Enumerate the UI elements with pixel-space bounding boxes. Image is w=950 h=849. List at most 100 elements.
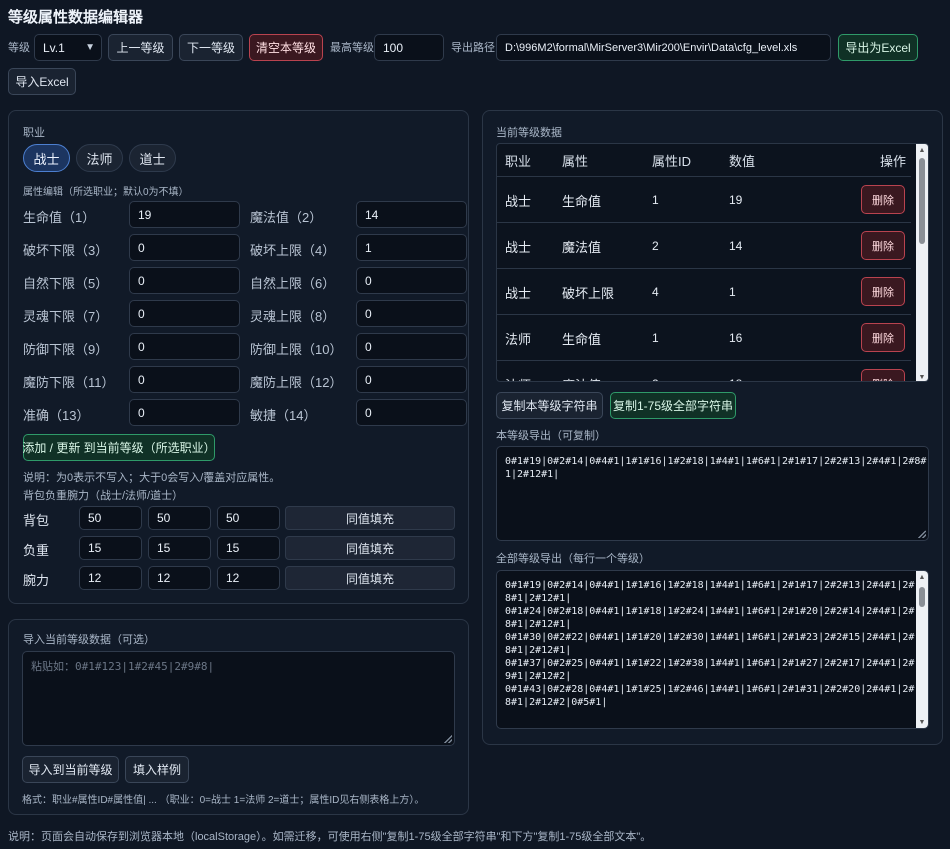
carry-input[interactable]: 15 [148,536,211,560]
import-placeholder: 粘贴如：0#1#123|1#2#45|2#9#8| [31,660,215,673]
cell-job: 法师 [505,331,532,347]
import-panel: 导入当前等级数据（可选） 粘贴如：0#1#123|1#2#45|2#9#8| 导… [8,619,469,815]
carry-input[interactable]: 12 [148,566,211,590]
attr-input[interactable]: 0 [129,366,240,393]
copy-level-string-button[interactable]: 复制本等级字符串 [496,392,603,419]
attr-input[interactable]: 0 [129,234,240,261]
attr-input[interactable]: 0 [356,399,467,426]
same-value-fill-button[interactable]: 同值填充 [285,566,455,590]
delete-button[interactable]: 删除 [861,323,905,352]
col-header-attr: 属性 [562,153,589,169]
cell-value: 16 [729,331,743,345]
export-path-label: 导出路径 [451,42,495,54]
col-header-value: 数值 [729,153,756,169]
scroll-thumb[interactable] [919,587,925,607]
attr-input[interactable]: 0 [129,300,240,327]
carry-input[interactable]: 15 [217,536,280,560]
cell-id: 1 [652,193,659,207]
table-row: 法师 生命值 1 16 删除 [497,314,911,360]
attribute-note: 说明：为0表示不写入；大于0会写入/覆盖对应属性。 [23,472,281,484]
col-header-attr-id: 属性ID [652,153,692,169]
level-select[interactable]: Lv.1 ▼ [34,34,102,61]
table-row: 法师 魔法值 2 18 删除 [497,360,911,382]
all-export-textarea[interactable]: 0#1#19|0#2#14|0#4#1|1#1#16|1#2#18|1#4#1|… [496,570,929,729]
carry-input[interactable]: 12 [79,566,142,590]
delete-button[interactable]: 删除 [861,231,905,260]
attr-label: 灵魂上限（8） [250,309,336,324]
export-scrollbar[interactable]: ▲ ▼ [916,571,928,728]
attr-label: 魔防上限（12） [250,375,343,390]
attr-input[interactable]: 1 [356,234,467,261]
import-excel-button[interactable]: 导入Excel [8,68,76,95]
attr-input[interactable]: 0 [356,300,467,327]
table-scrollbar[interactable]: ▲ ▼ [916,144,928,381]
carry-input[interactable]: 50 [148,506,211,530]
job-tab-warrior[interactable]: 战士 [23,144,70,172]
attr-input[interactable]: 0 [356,366,467,393]
attr-label: 破坏上限（4） [250,243,336,258]
delete-button[interactable]: 删除 [861,277,905,306]
max-level-label: 最高等级 [330,42,374,54]
all-export-text: 0#1#19|0#2#14|0#4#1|1#1#16|1#2#18|1#4#1|… [505,580,915,708]
same-value-fill-button[interactable]: 同值填充 [285,536,455,560]
col-header-action: 操作 [880,153,907,169]
scroll-down-icon[interactable]: ▼ [916,371,928,381]
job-tab-taoist[interactable]: 道士 [129,144,176,172]
app-title: 等级属性数据编辑器 [8,9,144,26]
level-label: 等级 [8,42,30,54]
clear-level-button[interactable]: 清空本等级 [249,34,323,61]
attr-input[interactable]: 0 [129,399,240,426]
table-row: 战士 魔法值 2 14 删除 [497,222,911,268]
carry-input[interactable]: 15 [79,536,142,560]
max-level-input[interactable]: 100 [374,34,444,61]
resize-grip-icon[interactable] [918,530,926,538]
scroll-thumb[interactable] [919,158,925,244]
attr-input[interactable]: 19 [129,201,240,228]
cell-attr: 破坏上限 [562,285,615,301]
chevron-down-icon: ▼ [85,42,95,53]
attr-input[interactable]: 0 [356,267,467,294]
current-level-panel: 当前等级数据 职业 属性 属性ID 数值 操作 战士 生命值 1 19 删除 战士 魔法值 2… [482,110,943,745]
attr-input[interactable]: 14 [356,201,467,228]
attr-label: 生命值（1） [23,210,96,225]
delete-button[interactable]: 删除 [861,185,905,214]
import-textarea[interactable]: 粘贴如：0#1#123|1#2#45|2#9#8| [22,651,455,746]
scroll-down-icon[interactable]: ▼ [916,716,928,728]
attribute-hint: 属性编辑（所选职业；默认0为不填） [23,187,189,198]
import-format-note: 格式：职业#属性ID#属性值| ... （职业：0=战士 1=法师 2=道士；属… [22,795,425,806]
carry-title: 背包负重腕力（战士/法师/道士） [23,490,184,502]
job-label: 职业 [23,127,45,139]
current-level-title: 当前等级数据 [496,127,562,139]
scroll-up-icon[interactable]: ▲ [916,571,928,583]
export-path-input[interactable]: D:\996M2\formal\MirServer3\Mir200\Envir\… [496,34,831,61]
attr-label: 防御下限（9） [23,342,109,357]
prev-level-button[interactable]: 上一等级 [108,34,173,61]
current-level-table: 职业 属性 属性ID 数值 操作 战士 生命值 1 19 删除 战士 魔法值 2 14 删除 战士破… [496,143,929,382]
import-to-level-button[interactable]: 导入到当前等级 [22,756,119,783]
attr-input[interactable]: 0 [356,333,467,360]
col-header-job: 职业 [505,153,532,169]
job-tab-mage[interactable]: 法师 [76,144,123,172]
next-level-button[interactable]: 下一等级 [179,34,243,61]
resize-grip-icon[interactable] [444,735,452,743]
level-export-title: 本等级导出（可复制） [496,430,606,442]
fill-sample-button[interactable]: 填入样例 [125,756,189,783]
scroll-up-icon[interactable]: ▲ [916,144,928,156]
carry-input[interactable]: 50 [217,506,280,530]
attr-label: 魔法值（2） [250,210,323,225]
footer-note: 说明：页面会自动保存到浏览器本地（localStorage）。如需迁移，可使用右… [8,831,652,843]
cell-id: 4 [652,285,659,299]
carry-input[interactable]: 12 [217,566,280,590]
level-export-textarea[interactable]: 0#1#19|0#2#14|0#4#1|1#1#16|1#2#18|1#4#1|… [496,446,929,541]
copy-all-strings-button[interactable]: 复制1-75级全部字符串 [610,392,736,419]
add-update-button[interactable]: 添加 / 更新 到当前等级（所选职业） [22,434,216,461]
attr-input[interactable]: 0 [129,267,240,294]
carry-input[interactable]: 50 [79,506,142,530]
all-export-title: 全部等级导出（每行一个等级） [496,553,650,565]
attr-input[interactable]: 0 [129,333,240,360]
delete-button[interactable]: 删除 [861,369,905,381]
cell-job: 法师 [505,361,531,382]
same-value-fill-button[interactable]: 同值填充 [285,506,455,530]
attr-label: 自然上限（6） [250,276,336,291]
export-excel-button[interactable]: 导出为Excel [838,34,918,61]
